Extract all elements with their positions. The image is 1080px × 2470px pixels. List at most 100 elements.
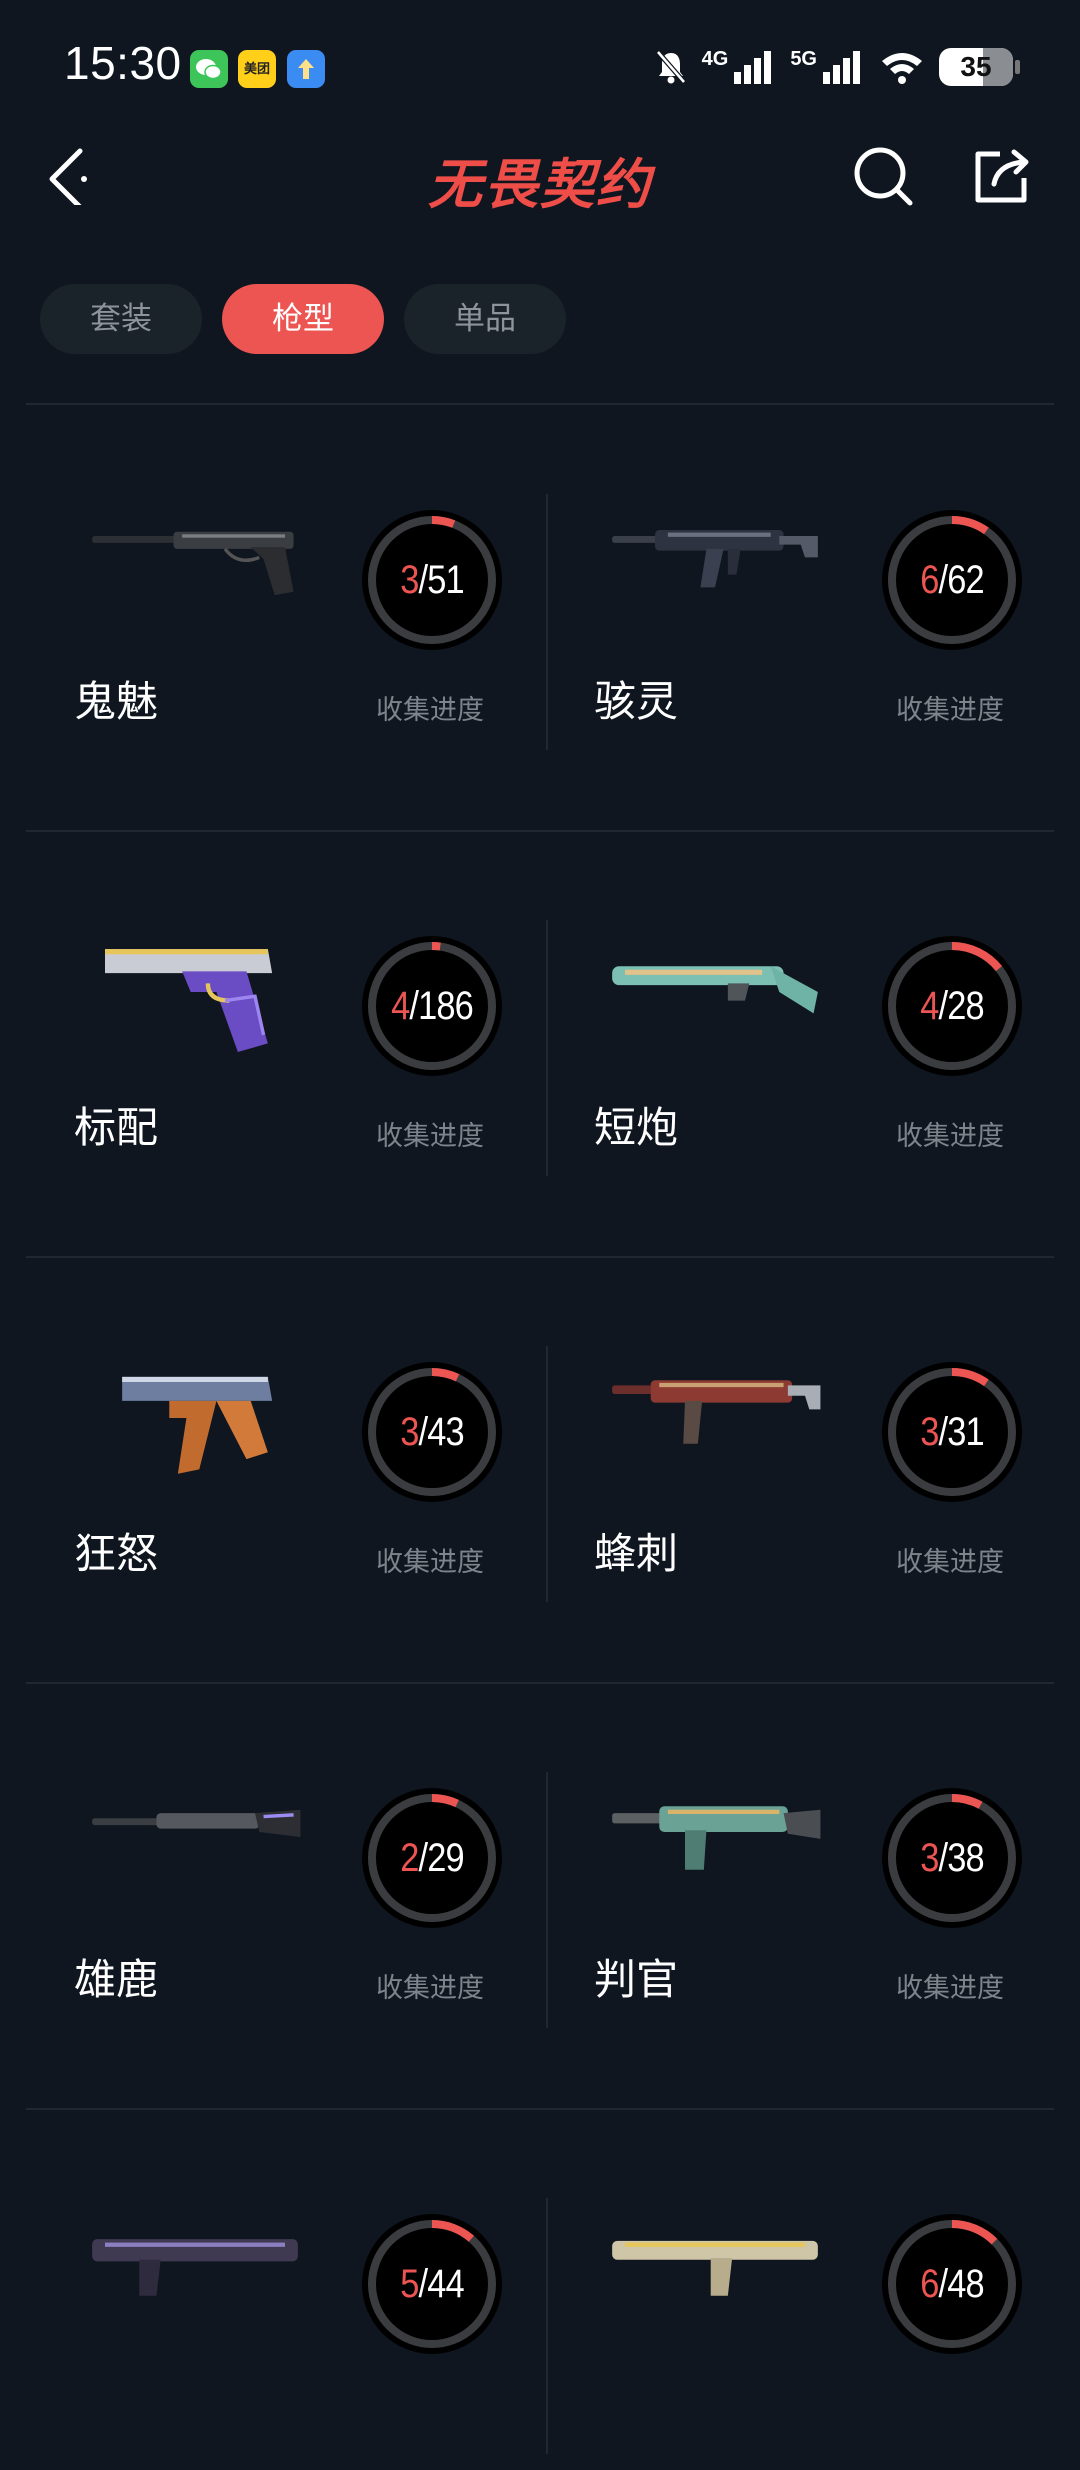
collection-count: 3/38 — [892, 1788, 1012, 1928]
collection-count: 4/186 — [372, 936, 492, 1076]
owned-count: 3 — [400, 557, 419, 602]
weapon-card[interactable]: 3/31 蜂刺 收集进度 — [546, 1258, 1066, 1684]
weapon-image — [92, 531, 294, 596]
owned-count: 6 — [920, 2261, 939, 2306]
nav-bar: 无畏契约 — [0, 130, 1080, 220]
meituan-label: 美团 — [243, 61, 270, 76]
count-separator: / — [938, 1409, 949, 1454]
game-logo: 无畏契约 — [428, 155, 652, 215]
weapon-row: 4/186 标配 收集进度 4/28 短炮 收集进度 — [0, 832, 1080, 1258]
total-count: 48 — [947, 2261, 984, 2306]
weapon-card[interactable]: 4/186 标配 收集进度 — [26, 832, 546, 1258]
battery-icon: 35 — [939, 48, 1013, 86]
share-icon[interactable] — [972, 144, 1034, 206]
count-separator: / — [938, 2261, 949, 2306]
status-indicators: 4G 5G 35 — [654, 46, 1020, 88]
total-count: 43 — [427, 1409, 464, 1454]
count-separator: / — [409, 983, 419, 1028]
count-separator: / — [938, 557, 949, 602]
weapon-name: 蜂刺 — [594, 1530, 679, 1577]
weapon-card[interactable]: 3/43 狂怒 收集进度 — [26, 1258, 546, 1684]
progress-label: 收集进度 — [896, 695, 1004, 725]
count-separator: / — [418, 2261, 429, 2306]
net-4g-label: 4G — [701, 47, 729, 70]
weapon-image — [612, 966, 818, 1014]
signal-4g-icon — [734, 51, 772, 84]
net-5g-label: 5G — [790, 47, 817, 70]
weapon-card[interactable]: 3/51 鬼魅 收集进度 — [26, 406, 546, 832]
weapon-card[interactable]: 3/38 判官 收集进度 — [546, 1684, 1066, 2110]
wifi-icon — [882, 53, 922, 84]
weapon-image — [612, 2240, 818, 2296]
owned-count: 6 — [920, 557, 939, 602]
weapon-card[interactable]: 2/29 雄鹿 收集进度 — [26, 1684, 546, 2110]
progress-label: 收集进度 — [896, 1121, 1004, 1151]
weapon-name: 短炮 — [594, 1104, 679, 1151]
progress-label: 收集进度 — [376, 695, 484, 725]
progress-label: 收集进度 — [896, 1973, 1004, 2003]
status-bar: 15:30 美团 4G 5G 35 — [0, 0, 1080, 130]
collection-count: 6/48 — [892, 2214, 1012, 2354]
tabs-divider — [26, 403, 1054, 405]
tab-gun-types[interactable]: 枪型 — [222, 284, 384, 354]
search-icon[interactable] — [852, 145, 914, 207]
meituan-icon: 美团 — [238, 50, 276, 88]
weapon-grid: 3/51 鬼魅 收集进度 6/62 骇灵 收集进度 4/186 标配 收集进度 4/28 短炮… — [0, 406, 1080, 2470]
count-separator: / — [938, 983, 949, 1028]
total-count: 44 — [427, 2261, 464, 2306]
mute-bell-icon — [655, 50, 686, 84]
tab-suits[interactable]: 套装 — [40, 284, 202, 354]
progress-label: 收集进度 — [376, 1121, 484, 1151]
weapon-card[interactable]: 5/44 — [26, 2110, 546, 2470]
count-separator: / — [418, 1409, 429, 1454]
weapon-image — [612, 1380, 821, 1444]
weapon-image — [612, 1806, 821, 1870]
owned-count: 3 — [400, 1409, 419, 1454]
count-separator: / — [938, 1835, 949, 1880]
upload-app-icon — [287, 50, 325, 88]
weapon-name: 狂怒 — [74, 1530, 159, 1577]
weapon-card[interactable]: 6/62 骇灵 收集进度 — [546, 406, 1066, 832]
owned-count: 4 — [391, 983, 410, 1028]
weapon-name: 判官 — [594, 1956, 679, 2003]
collection-count: 3/31 — [892, 1362, 1012, 1502]
weapon-image — [105, 949, 273, 1052]
battery-tip — [1015, 60, 1020, 74]
total-count: 51 — [427, 557, 464, 602]
collection-count: 5/44 — [372, 2214, 492, 2354]
owned-count: 3 — [920, 1409, 939, 1454]
owned-count: 2 — [400, 1835, 419, 1880]
collection-count: 3/43 — [372, 1362, 492, 1502]
total-count: 31 — [947, 1409, 984, 1454]
owned-count: 4 — [920, 983, 939, 1028]
battery-level: 35 — [960, 51, 992, 82]
total-count: 38 — [947, 1835, 984, 1880]
collection-count: 4/28 — [892, 936, 1012, 1076]
owned-count: 5 — [400, 2261, 419, 2306]
weapon-card[interactable]: 4/28 短炮 收集进度 — [546, 832, 1066, 1258]
count-separator: / — [418, 557, 429, 602]
progress-label: 收集进度 — [376, 1547, 484, 1577]
collection-count: 6/62 — [892, 510, 1012, 650]
weapon-row: 3/43 狂怒 收集进度 3/31 蜂刺 收集进度 — [0, 1258, 1080, 1684]
weapon-name: 骇灵 — [594, 678, 679, 725]
collection-count: 3/51 — [372, 510, 492, 650]
weapon-image — [92, 2239, 298, 2296]
signal-5g-icon — [823, 51, 860, 84]
tab-single-items[interactable]: 单品 — [404, 284, 566, 354]
category-tabs: 套装 枪型 单品 — [40, 284, 566, 354]
weapon-image — [612, 530, 818, 588]
total-count: 29 — [427, 1835, 464, 1880]
weapon-image — [92, 1809, 301, 1838]
progress-label: 收集进度 — [896, 1547, 1004, 1577]
weapon-row: 3/51 鬼魅 收集进度 6/62 骇灵 收集进度 — [0, 406, 1080, 832]
weapon-card[interactable]: 6/48 — [546, 2110, 1066, 2470]
total-count: 186 — [418, 983, 474, 1028]
weapon-image — [122, 1376, 273, 1474]
total-count: 28 — [947, 983, 984, 1028]
total-count: 62 — [947, 557, 984, 602]
progress-label: 收集进度 — [376, 1973, 484, 2003]
weapon-row: 5/44 6/48 — [0, 2110, 1080, 2470]
count-separator: / — [418, 1835, 429, 1880]
collection-count: 2/29 — [372, 1788, 492, 1928]
